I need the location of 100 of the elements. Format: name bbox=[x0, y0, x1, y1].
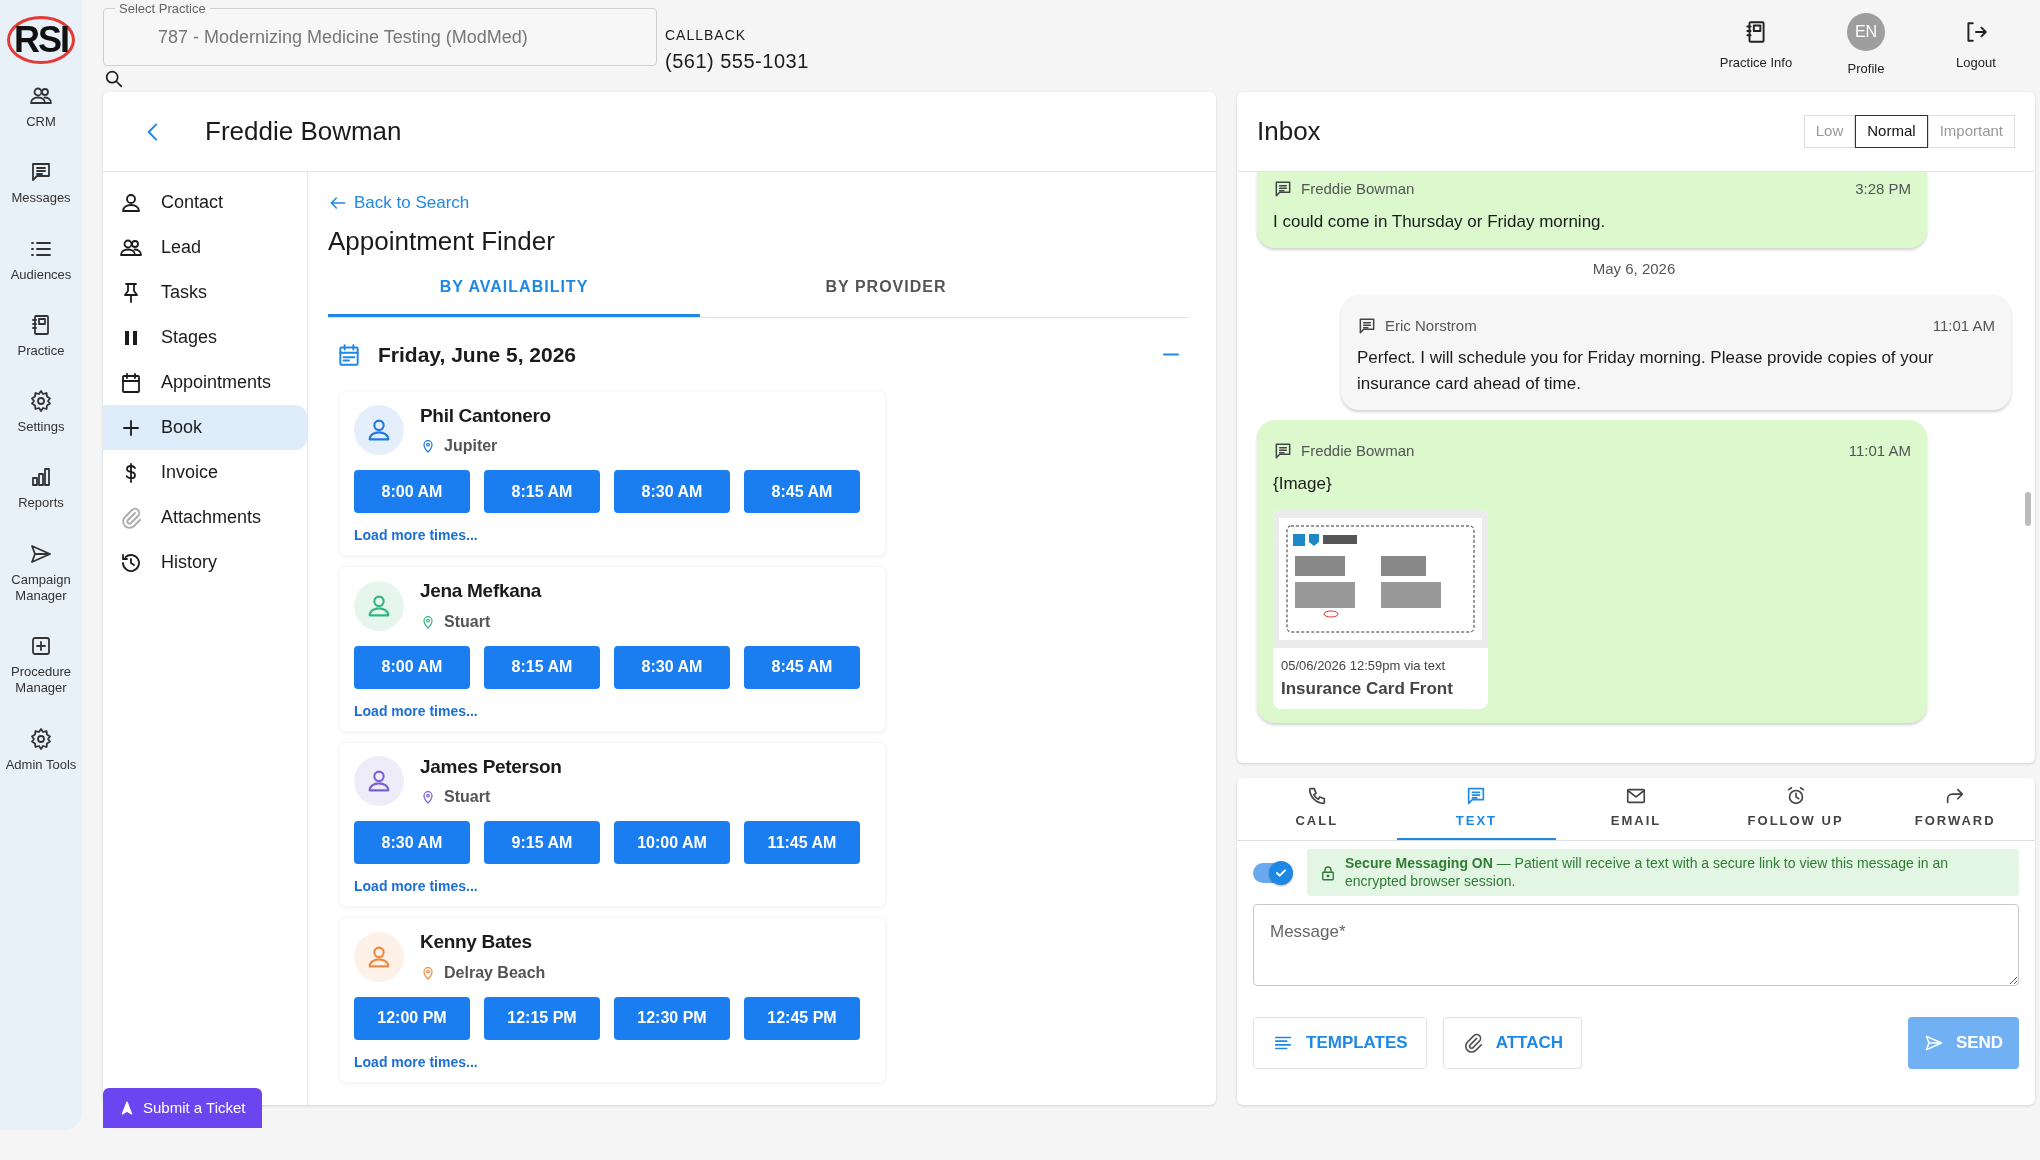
time-slot-button[interactable]: 12:45 PM bbox=[744, 996, 860, 1040]
provider-name: Kenny Bates bbox=[420, 930, 533, 955]
date-heading: Friday, June 5, 2026 bbox=[378, 342, 577, 369]
tab[interactable]: FOLLOW UP bbox=[1715, 778, 1876, 840]
provider-location: Delray Beach bbox=[444, 962, 546, 983]
message-time: 3:28 PM bbox=[1855, 179, 1911, 199]
load-more-link[interactable]: Load more times... bbox=[354, 527, 478, 544]
callback-label: CALLBACK bbox=[665, 25, 748, 45]
provider-name: Jena Mefkana bbox=[420, 579, 541, 604]
time-slot-button[interactable]: 8:00 AM bbox=[354, 470, 470, 514]
map-pin-icon bbox=[420, 613, 436, 630]
priority-toggle[interactable]: Important bbox=[1927, 115, 2015, 148]
time-slot-button[interactable]: 9:15 AM bbox=[484, 821, 600, 865]
paperclip-icon bbox=[119, 505, 143, 530]
time-slot-button[interactable]: 10:00 AM bbox=[614, 821, 730, 865]
time-slot-button[interactable]: 12:30 PM bbox=[614, 996, 730, 1040]
attachment-title: Insurance Card Front bbox=[1281, 677, 1454, 700]
nav-item[interactable]: Invoice bbox=[103, 450, 307, 495]
settings-icon bbox=[29, 389, 53, 413]
provider-location: Jupiter bbox=[444, 436, 498, 457]
message-time: 11:01 AM bbox=[1848, 441, 1911, 461]
time-slot-button[interactable]: 8:30 AM bbox=[614, 645, 730, 689]
nav-item[interactable]: Tasks bbox=[103, 270, 307, 315]
time-slot-button[interactable]: 12:00 PM bbox=[354, 996, 470, 1040]
provider-name: Phil Cantonero bbox=[420, 403, 551, 428]
time-slot-button[interactable]: 8:45 AM bbox=[744, 470, 860, 514]
submit-ticket-button[interactable]: Submit a Ticket bbox=[103, 1088, 262, 1128]
send-icon bbox=[1923, 1033, 1944, 1053]
sidebar-item[interactable]: Reports bbox=[2, 461, 80, 516]
priority-toggle[interactable]: Normal bbox=[1855, 115, 1928, 148]
message-sender: Freddie Bowman bbox=[1301, 179, 1415, 199]
tab[interactable]: EMAIL bbox=[1556, 778, 1716, 840]
profile-button[interactable]: EN Profile bbox=[1811, 12, 1921, 80]
callback-phone: (561) 555-1031 bbox=[665, 48, 809, 74]
message-text: I could come in Thursday or Friday morning. bbox=[1273, 210, 1607, 233]
provider-location: Stuart bbox=[444, 787, 491, 808]
time-slot-button[interactable]: 8:15 AM bbox=[484, 645, 600, 689]
tab[interactable]: BY AVAILABILITY bbox=[328, 260, 700, 317]
nav-item[interactable]: Appointments bbox=[103, 360, 307, 405]
map-pin-icon bbox=[420, 789, 436, 806]
time-slot-button[interactable]: 8:00 AM bbox=[354, 645, 470, 689]
map-pin-icon bbox=[420, 964, 436, 981]
sidebar-item[interactable]: Admin Tools bbox=[2, 722, 80, 777]
time-slot-button[interactable]: 11:45 AM bbox=[744, 821, 860, 865]
minus-icon bbox=[1163, 353, 1179, 357]
sidebar-item[interactable]: Campaign Manager bbox=[2, 537, 80, 608]
provider-location: Stuart bbox=[444, 611, 491, 632]
inbox-title: Inbox bbox=[1257, 115, 1321, 148]
message-sender: Eric Norstrom bbox=[1385, 315, 1477, 336]
map-pin-icon bbox=[420, 438, 436, 455]
scrollbar[interactable] bbox=[2025, 492, 2031, 526]
message-field[interactable]: Message* bbox=[1253, 904, 2019, 986]
tab[interactable]: BY PROVIDER bbox=[700, 260, 1072, 317]
priority-toggle[interactable]: Low bbox=[1803, 115, 1856, 148]
tab[interactable]: FORWARD bbox=[1875, 778, 2035, 840]
calendar-icon bbox=[119, 370, 143, 395]
nav-item[interactable]: Attachments bbox=[103, 495, 307, 540]
notice-text: Secure Messaging ON — Patient will receive a text with a secure link to view this message in an encrypted browser session. bbox=[1345, 855, 1950, 890]
nav-item[interactable]: History bbox=[103, 540, 307, 585]
templates-button[interactable]: TEMPLATES bbox=[1253, 1017, 1427, 1069]
load-more-link[interactable]: Load more times... bbox=[354, 702, 478, 719]
toggle-switch[interactable] bbox=[1253, 862, 1291, 883]
time-slot-button[interactable]: 8:30 AM bbox=[614, 470, 730, 514]
nav-item[interactable]: Stages bbox=[103, 315, 307, 360]
sidebar-item[interactable]: CRM bbox=[2, 80, 80, 135]
load-more-link[interactable]: Load more times... bbox=[354, 878, 478, 895]
calendar-icon bbox=[336, 341, 362, 368]
navigation-arrow-icon bbox=[119, 1100, 135, 1116]
sidebar-item[interactable]: Practice bbox=[2, 308, 80, 363]
attach-button[interactable]: ATTACH bbox=[1442, 1017, 1583, 1069]
time-slot-button[interactable]: 12:15 PM bbox=[484, 996, 600, 1040]
attachment-card[interactable]: 05/06/2026 12:59pm via text Insurance Card Front bbox=[1273, 510, 1488, 709]
date-separator: May 6, 2026 bbox=[1592, 260, 1676, 277]
message-time: 11:01 AM bbox=[1932, 315, 1995, 336]
tab[interactable]: TEXT bbox=[1396, 778, 1557, 840]
time-slot-button[interactable]: 8:30 AM bbox=[354, 821, 470, 865]
message-text: Perfect. I will schedule you for Friday morning. Please provide copies of your insurance card ahead of time. bbox=[1357, 347, 1935, 395]
logout-button[interactable]: Logout bbox=[1921, 18, 2031, 74]
load-more-link[interactable]: Load more times... bbox=[354, 1053, 478, 1070]
nav-item[interactable]: Contact bbox=[103, 180, 307, 225]
settings-icon bbox=[29, 726, 53, 751]
section-title: Appointment Finder bbox=[328, 225, 556, 257]
message-text: {Image} bbox=[1273, 472, 1333, 495]
sidebar-item[interactable]: Settings bbox=[2, 385, 80, 440]
nav-item[interactable]: Lead bbox=[103, 225, 307, 270]
time-slot-button[interactable]: 8:15 AM bbox=[484, 470, 600, 514]
back-link[interactable]: Back to Search bbox=[328, 190, 470, 216]
lock-icon bbox=[1319, 863, 1337, 882]
practice-info-button[interactable]: Practice Info bbox=[1701, 18, 1811, 74]
collapse-button[interactable] bbox=[1162, 352, 1180, 358]
message-sender: Freddie Bowman bbox=[1301, 441, 1415, 461]
time-slot-button[interactable]: 8:45 AM bbox=[744, 645, 860, 689]
field-label: Select Practice bbox=[115, 2, 210, 15]
sidebar-item[interactable]: Messages bbox=[2, 156, 80, 211]
sidebar-item[interactable]: Procedure Manager bbox=[2, 630, 80, 701]
sidebar-item[interactable]: Audiences bbox=[2, 232, 80, 287]
provider-name: James Peterson bbox=[420, 754, 562, 779]
nav-item[interactable]: Book bbox=[103, 405, 307, 450]
plus-square-icon bbox=[29, 634, 53, 658]
tab[interactable]: CALL bbox=[1237, 778, 1397, 840]
